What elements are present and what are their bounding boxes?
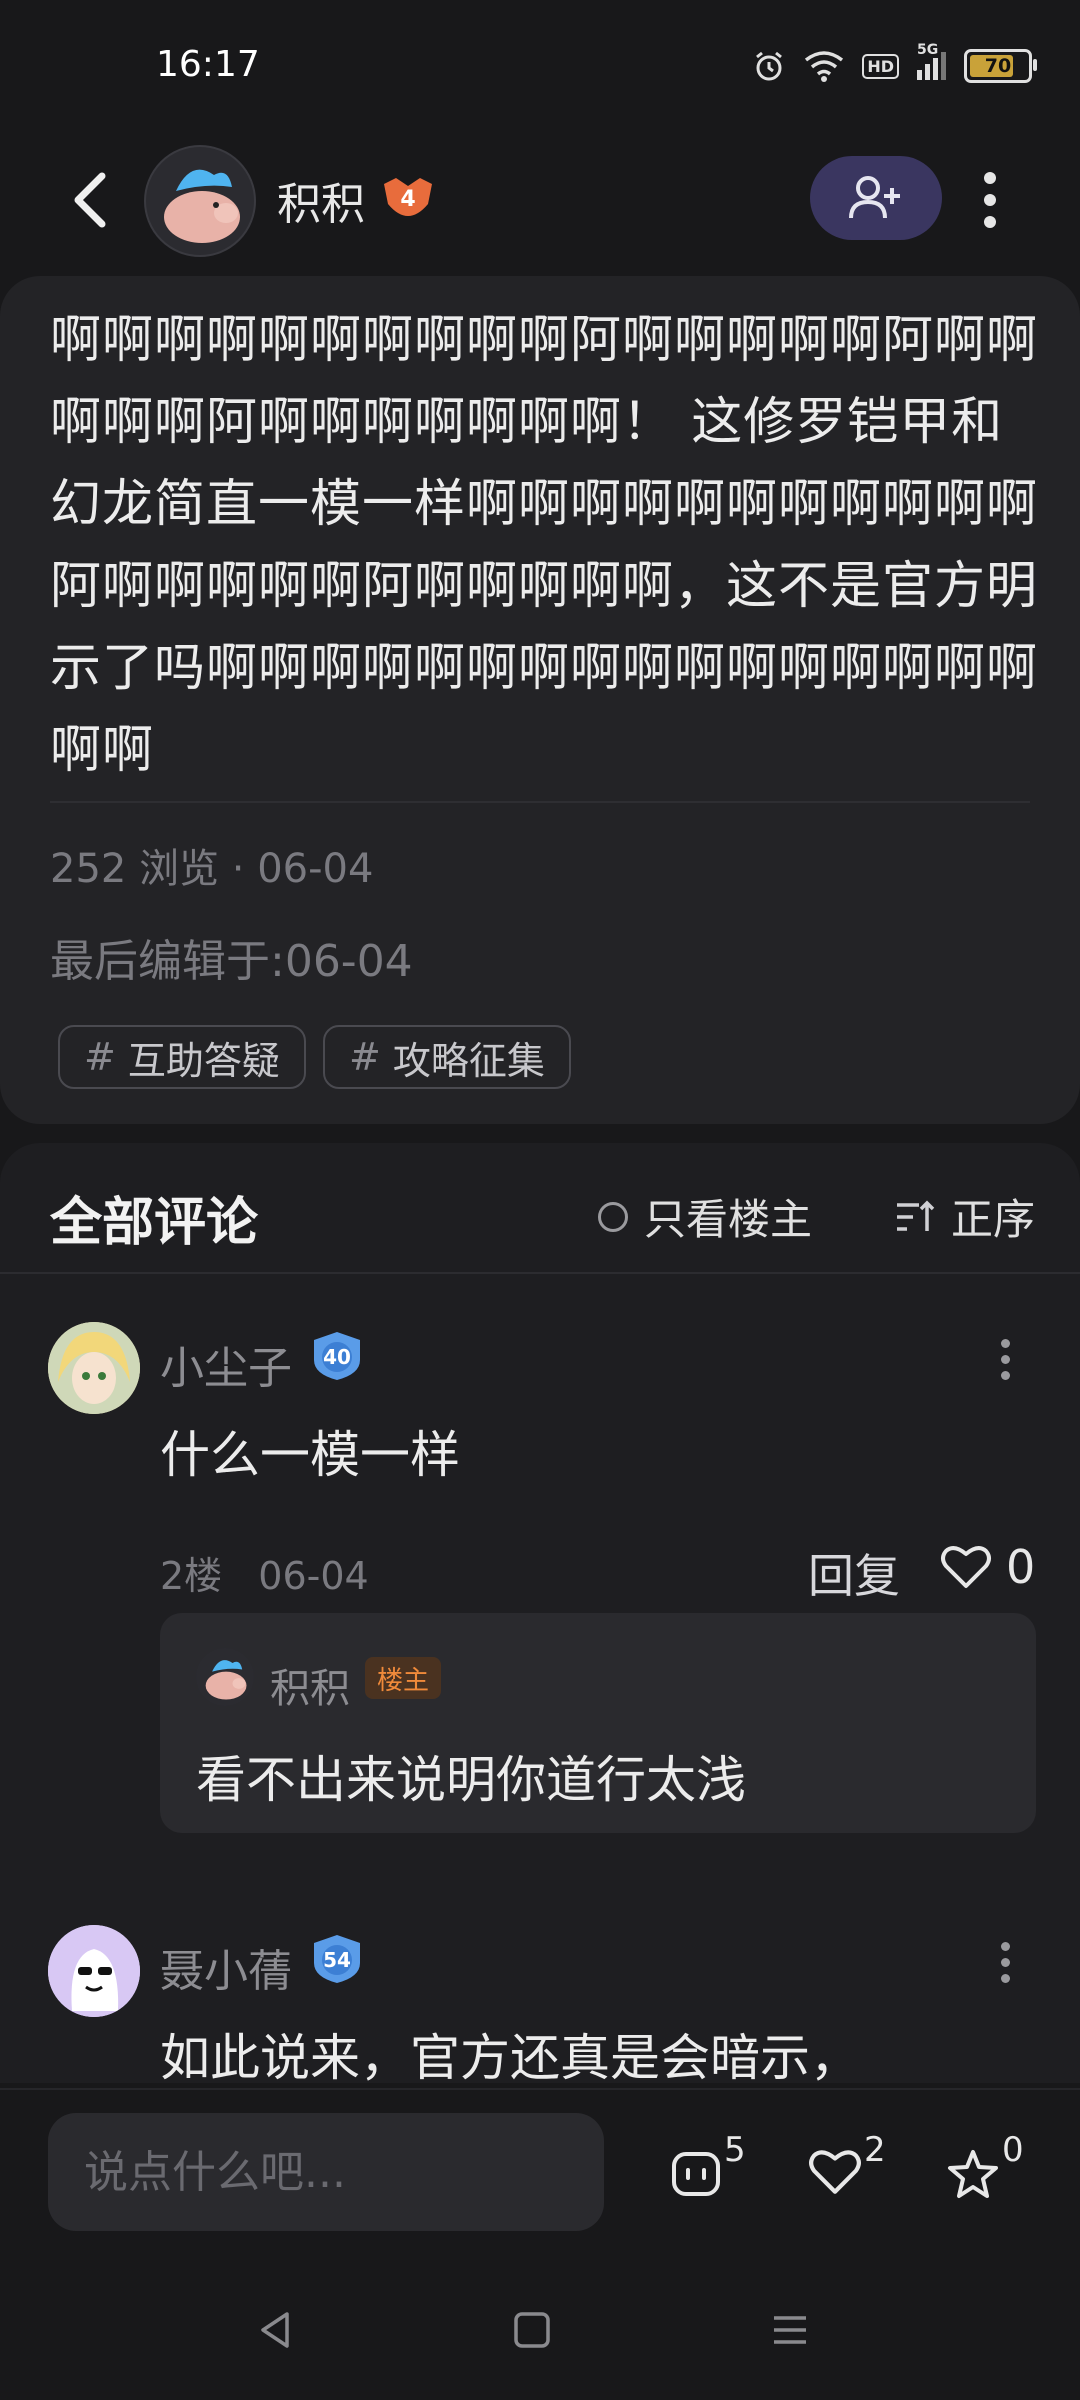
sort-label: 正序 [951,1195,1036,1244]
add-user-icon [849,176,900,219]
network-label: 5G [917,42,939,58]
pig-avatar-icon [164,169,240,243]
favorite-button[interactable]: 0 [946,2130,1024,2220]
svg-text:4: 4 [400,187,415,212]
comment-like-button[interactable]: 0 [940,1540,1035,1594]
battery-icon: 70 [964,49,1037,83]
divider [0,1272,1080,1274]
pig-avatar-icon [205,1660,247,1700]
menu-icon [774,2316,806,2344]
commenter-level-badge: 54 [308,1933,366,1985]
commenter-name[interactable]: 聂小蒨 [160,1935,292,1999]
dot [984,216,996,228]
topic-tag[interactable]: # 攻略征集 [323,1025,571,1089]
comment-meta: 2楼 06-04 [160,1545,369,1600]
status-icons: HD 5G 70 [752,42,1037,88]
square-home-icon [514,2312,550,2348]
dot [1000,1354,1010,1364]
nav-home-button[interactable] [502,2300,562,2360]
status-time: 16:17 [156,44,260,85]
ghost-avatar-icon [48,1925,140,2017]
topic-tag[interactable]: # 互助答疑 [58,1025,306,1089]
op-only-toggle[interactable]: 只看楼主 [598,1186,812,1247]
nav-back-button[interactable] [245,2300,305,2360]
favorite-count: 0 [1002,2130,1024,2170]
hd-icon: HD [862,53,899,79]
sort-toggle[interactable]: 正序 [895,1186,1035,1247]
comment-count: 5 [724,2130,746,2170]
commenter-avatar[interactable] [48,1322,140,1414]
heart-icon [809,2150,861,2194]
comment-more-button[interactable] [990,1334,1020,1384]
post-edited-date: 最后编辑于:06-04 [50,936,413,987]
wifi-icon [805,51,844,82]
comment-more-button[interactable] [990,1937,1020,1987]
dot [1000,1941,1010,1951]
like-count: 0 [1006,1540,1036,1594]
hash-icon: # [349,1035,381,1079]
comment-date: 06-04 [258,1554,369,1598]
op-only-label: 只看楼主 [644,1195,813,1244]
tag-label: 攻略征集 [392,1038,545,1083]
anime-girl-avatar-icon [48,1322,140,1414]
comments-title: 全部评论 [50,1193,259,1253]
more-options-button[interactable] [970,160,1010,240]
comment-count-button[interactable]: 5 [670,2130,746,2220]
svg-text:54: 54 [323,1948,351,1972]
triangle-back-icon [261,2312,289,2348]
dot [1000,1338,1010,1348]
comment-text: 如此说来，官方还真是会暗示， [160,2029,860,2087]
author-avatar[interactable] [144,145,256,257]
dot [1000,1973,1010,1983]
post-views-date: 252 浏览 · 06-04 [50,846,374,892]
dot [984,194,996,206]
tag-label: 互助答疑 [127,1038,280,1083]
star-icon [948,2150,998,2198]
reply-author-name[interactable]: 积积 [270,1656,350,1714]
nav-menu-button[interactable] [760,2300,820,2360]
radio-icon [598,1201,628,1232]
reply-button[interactable]: 回复 [808,1540,900,1606]
post-body: 啊啊啊啊啊啊啊啊啊啊阿啊啊啊啊啊阿啊啊啊啊啊阿啊啊啊啊啊啊啊！ 这修罗铠甲和幻龙… [50,311,1039,780]
comment-icon [672,2152,720,2196]
reply-text: 看不出来说明你道行太浅 [196,1751,746,1809]
author-name[interactable]: 积积 [277,168,365,232]
5g-signal-icon: 5G [917,42,946,80]
back-button[interactable] [60,160,120,240]
dot [1000,1370,1010,1380]
heart-icon [941,1546,991,1588]
comment-input[interactable] [48,2113,604,2231]
dot [984,172,996,184]
floor-number: 2楼 [160,1554,223,1598]
commenter-name[interactable]: 小尘子 [160,1332,292,1396]
like-count: 2 [864,2130,886,2170]
follow-button[interactable] [810,156,942,240]
hash-icon: # [84,1035,116,1079]
divider [50,801,1030,803]
svg-text:40: 40 [323,1345,351,1369]
commenter-level-badge: 40 [308,1330,366,1382]
like-button[interactable]: 2 [808,2130,886,2220]
op-badge: 楼主 [365,1657,442,1699]
commenter-avatar[interactable] [48,1925,140,2017]
chevron-left-icon [74,172,106,228]
comment-text: 什么一模一样 [160,1426,460,1484]
dot [1000,1957,1010,1967]
reply-avatar[interactable] [196,1648,254,1706]
author-level-badge: 4 [378,172,438,226]
sort-icon [897,1200,935,1231]
alarm-icon [756,51,783,81]
